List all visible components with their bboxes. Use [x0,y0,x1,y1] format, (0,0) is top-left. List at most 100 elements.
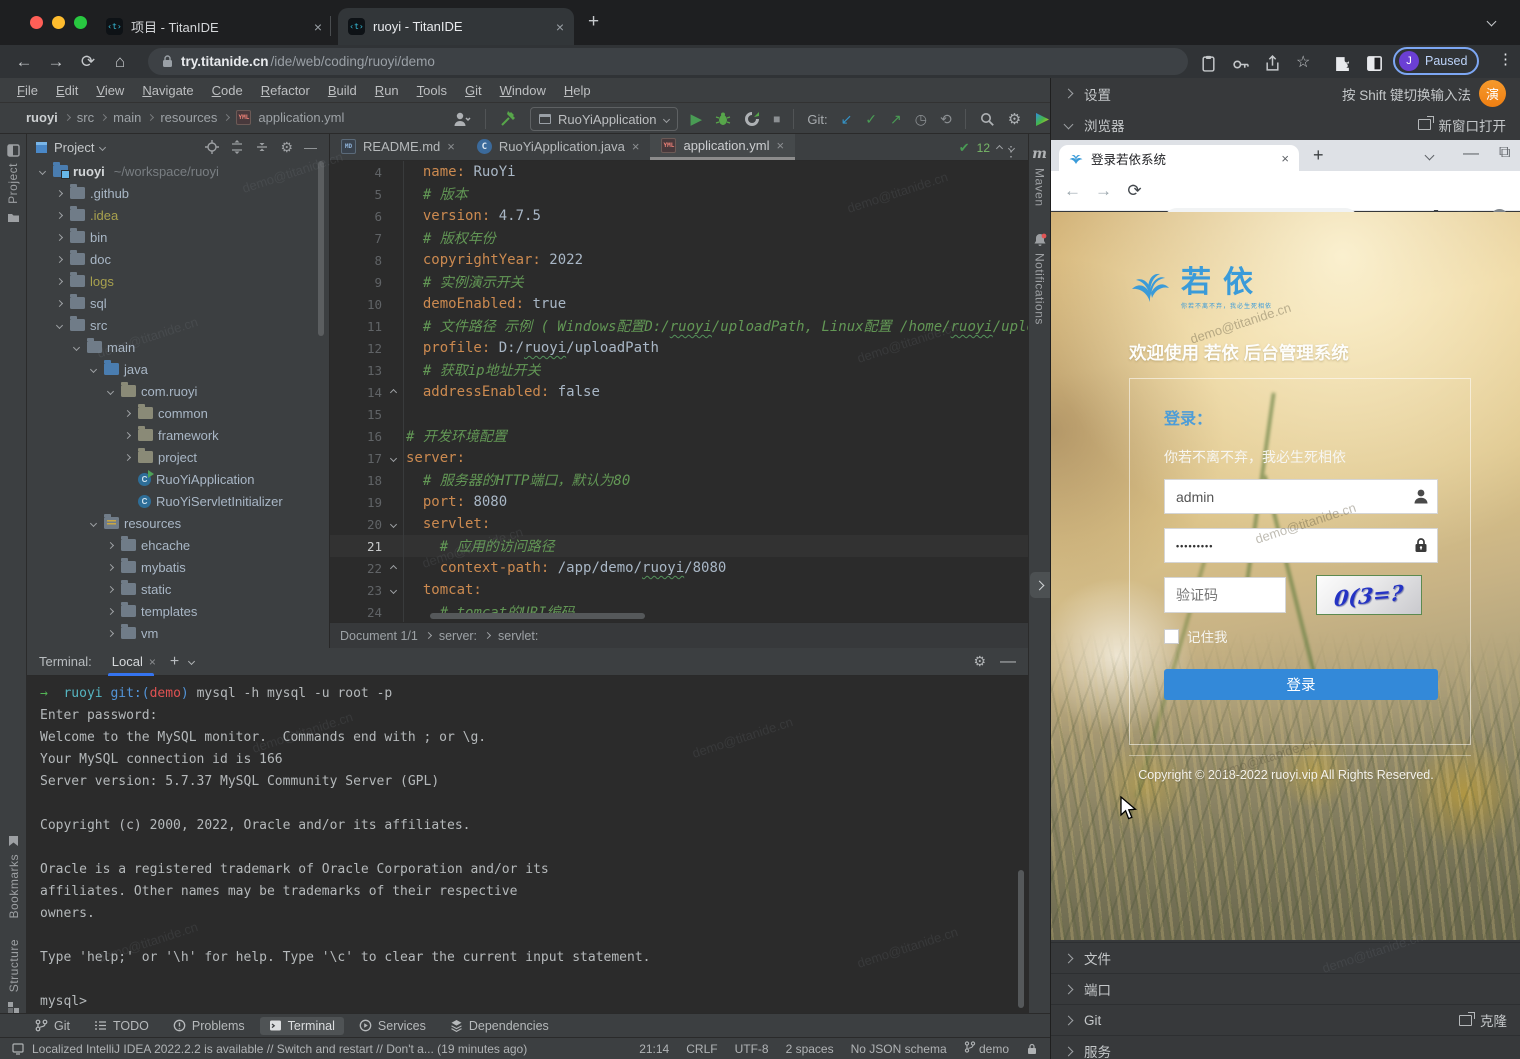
code-line-10[interactable]: 10 demoEnabled: true [330,293,1028,315]
project-panel-title[interactable]: Project [54,140,94,155]
code-line-19[interactable]: 19 port: 8080 [330,491,1028,513]
tree-item-logs[interactable]: logs [27,270,329,292]
tree-chevron-icon[interactable] [56,211,63,218]
new-terminal-icon[interactable]: + [170,653,179,671]
menu-code[interactable]: Code [203,83,252,98]
fold-icon[interactable] [389,388,396,395]
code-line-23[interactable]: 23 tomcat: [330,579,1028,601]
expand-all-icon[interactable] [230,140,244,154]
section-文件[interactable]: 文件 [1051,943,1520,973]
tree-item-.idea[interactable]: .idea [27,204,329,226]
tree-item-common[interactable]: common [27,402,329,424]
code-line-20[interactable]: 20 servlet: [330,513,1028,535]
embedded-back-icon[interactable]: ← [1057,181,1088,201]
debug-bug-icon[interactable] [715,111,731,127]
settings-gear-icon[interactable]: ⚙ [1008,110,1021,128]
fold-icon[interactable] [389,586,396,593]
code-line-16[interactable]: 16# 开发环境配置 [330,425,1028,447]
terminal-output[interactable]: → ruoyi git:(demo) mysql -h mysql -u roo… [27,676,1028,1016]
fold-marker[interactable] [386,566,400,571]
code-line-24[interactable]: 24 # tomcat的URI编码 [330,601,1028,623]
status-item[interactable]: CRLF [686,1042,717,1056]
tree-chevron-icon[interactable] [124,431,131,438]
toolwindow-git[interactable]: Git [26,1017,79,1035]
clone-button[interactable]: 克隆 [1480,1010,1507,1030]
tree-item-ruoyi[interactable]: ruoyi~/workspace/ruoyi [27,160,329,182]
terminal-tab-close-icon[interactable]: × [149,655,156,669]
tree-chevron-icon[interactable] [107,563,114,570]
history-icon[interactable]: ◷ [915,111,927,128]
fold-icon[interactable] [389,454,396,461]
editor-tab-application.yml[interactable]: application.yml× [650,134,795,160]
menu-navigate[interactable]: Navigate [133,83,202,98]
code-line-8[interactable]: 8 copyrightYear: 2022 [330,249,1028,271]
tree-chevron-icon[interactable] [107,585,114,592]
next-problem-icon[interactable] [1008,144,1015,151]
fold-marker[interactable] [386,522,400,527]
project-settings-gear-icon[interactable]: ⚙ [280,139,293,156]
tree-chevron-icon[interactable] [90,519,97,526]
fold-marker[interactable] [386,588,400,593]
browser-menu-icon[interactable]: ⋮ [1498,50,1513,68]
editor-tab-RuoYiApplication.java[interactable]: RuoYiApplication.java× [466,134,651,160]
toolbar-breadcrumbs[interactable]: ruoyisrcmainresourcesapplication.yml [26,110,344,125]
terminal-minimize-icon[interactable]: — [1000,653,1016,671]
folder-icon[interactable] [7,210,20,221]
share-icon[interactable] [1264,55,1281,72]
browser-profile-button[interactable]: J Paused [1393,47,1479,75]
tree-item-RuoYiServletInitializer[interactable]: RuoYiServletInitializer [27,490,329,512]
tree-chevron-icon[interactable] [124,453,131,460]
tree-item-src[interactable]: src [27,314,329,336]
embedded-minimize-icon[interactable]: — [1463,145,1479,163]
tab-close-icon[interactable]: × [314,19,322,35]
editor-tab-close-icon[interactable]: × [632,139,640,154]
code-line-14[interactable]: 14 addressEnabled: false [330,381,1028,403]
browser-tab[interactable]: ‹t›项目 - TitanIDE× [96,8,332,45]
rollback-icon[interactable]: ⟲ [940,111,952,128]
tree-chevron-icon[interactable] [107,387,114,394]
menu-tools[interactable]: Tools [408,83,456,98]
status-item[interactable]: 21:14 [639,1042,669,1056]
split-window-icon[interactable] [1366,55,1383,72]
window-close-button[interactable] [30,16,43,29]
tree-chevron-icon[interactable] [90,365,97,372]
tree-item-com.ruoyi[interactable]: com.ruoyi [27,380,329,402]
notifications-strip-label[interactable]: Notifications [1033,253,1047,325]
embedded-browser-tab[interactable]: 登录若依系统 × [1059,145,1299,171]
fold-marker[interactable] [386,456,400,461]
terminal-settings-gear-icon[interactable]: ⚙ [973,653,986,670]
code-line-13[interactable]: 13 # 获取ip地址开关 [330,359,1028,381]
inspection-widget[interactable]: ✔ 12 [959,140,1014,156]
editor-hscrollbar[interactable] [430,613,645,619]
code-line-9[interactable]: 9 # 实例演示开关 [330,271,1028,293]
tab-search-chevron-icon[interactable] [1487,17,1497,27]
toolwindow-terminal[interactable]: Terminal [260,1017,344,1035]
back-icon[interactable]: ← [8,52,40,72]
maven-strip-label[interactable]: Maven [1033,168,1047,207]
bookmarks-strip-label[interactable]: Bookmarks [7,854,21,919]
code-line-4[interactable]: 4 name: RuoYi [330,161,1028,183]
git-branch-widget[interactable]: demo [964,1041,1009,1056]
tree-item-resources[interactable]: resources [27,512,329,534]
tree-item-mybatis[interactable]: mybatis [27,556,329,578]
url-bar[interactable]: try.titanide.cn/ide/web/coding/ruoyi/dem… [148,48,1188,75]
tree-chevron-icon[interactable] [56,321,63,328]
code-editor[interactable]: 4 name: RuoYi5 # 版本6 version: 4.7.57 # 版… [330,161,1028,623]
browser-tab[interactable]: ‹t›ruoyi - TitanIDE× [338,8,574,45]
run-configuration-select[interactable]: RuoYiApplication [530,107,678,131]
panel-expand-button[interactable] [1030,572,1050,598]
username-input[interactable] [1164,479,1438,514]
code-line-5[interactable]: 5 # 版本 [330,183,1028,205]
titan-logo-icon[interactable] [1034,111,1051,128]
toolwindow-todo[interactable]: TODO [85,1017,158,1035]
tree-chevron-icon[interactable] [107,629,114,636]
password-input[interactable] [1164,528,1438,563]
breadcrumb-item[interactable]: resources [160,110,217,125]
fold-marker[interactable] [386,390,400,395]
structure-strip-label[interactable]: Structure [7,939,21,992]
tree-item-vm[interactable]: vm [27,622,329,644]
notification-bell-icon[interactable] [1033,233,1047,247]
embedded-tabs-chevron-icon[interactable] [1425,151,1435,161]
section-Git[interactable]: Git克隆 [1051,1005,1520,1035]
git-commit-icon[interactable]: ✓ [865,111,877,128]
